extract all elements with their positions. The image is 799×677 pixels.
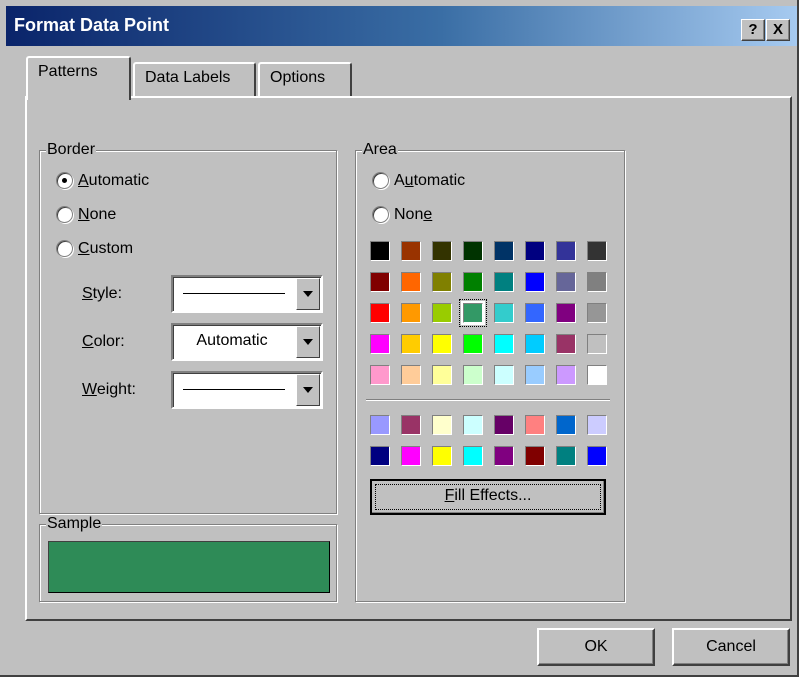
style-combo[interactable] [171, 275, 323, 313]
color-swatch[interactable] [370, 446, 390, 466]
color-swatch[interactable] [463, 415, 483, 435]
close-button[interactable]: X [766, 19, 790, 41]
style-label: Style: [82, 285, 123, 302]
color-swatch[interactable] [494, 446, 514, 466]
format-data-point-dialog: Format Data Point ? X Patterns Data Labe… [0, 0, 799, 677]
color-swatch[interactable] [525, 334, 545, 354]
color-swatch[interactable] [432, 303, 452, 323]
border-legend: Border [46, 141, 97, 159]
tab-data-labels[interactable]: Data Labels [133, 62, 256, 98]
color-swatch[interactable] [401, 272, 421, 292]
color-swatch[interactable] [587, 334, 607, 354]
tab-options[interactable]: Options [258, 62, 352, 98]
color-swatch[interactable] [556, 334, 576, 354]
color-swatch[interactable] [525, 415, 545, 435]
fill-effects-button[interactable]: Fill Effects... [370, 479, 606, 515]
color-swatch[interactable] [459, 299, 487, 327]
color-swatch[interactable] [432, 334, 452, 354]
color-swatch[interactable] [525, 365, 545, 385]
color-swatch[interactable] [401, 365, 421, 385]
cancel-button[interactable]: Cancel [672, 628, 790, 666]
color-combo-value: Automatic [196, 332, 268, 349]
color-swatch[interactable] [556, 303, 576, 323]
color-swatch[interactable] [401, 446, 421, 466]
color-swatch[interactable] [494, 272, 514, 292]
title-bar[interactable]: Format Data Point ? X [6, 6, 797, 46]
color-swatch[interactable] [401, 415, 421, 435]
color-swatch[interactable] [525, 303, 545, 323]
color-swatch[interactable] [432, 241, 452, 261]
color-swatch[interactable] [525, 272, 545, 292]
chevron-down-icon[interactable] [296, 374, 320, 406]
sample-legend: Sample [46, 515, 103, 533]
color-swatch[interactable] [494, 334, 514, 354]
color-swatch[interactable] [401, 241, 421, 261]
palette-separator [366, 399, 610, 401]
radio-indicator [56, 240, 73, 257]
line-style-preview [183, 293, 285, 294]
color-swatch[interactable] [494, 303, 514, 323]
color-swatch[interactable] [370, 272, 390, 292]
sample-preview [48, 541, 330, 593]
color-swatch[interactable] [463, 446, 483, 466]
color-swatch[interactable] [370, 415, 390, 435]
radio-indicator [56, 206, 73, 223]
radio-indicator [56, 172, 73, 189]
color-swatch[interactable] [370, 241, 390, 261]
line-weight-preview [183, 389, 285, 390]
color-swatch[interactable] [587, 446, 607, 466]
color-swatch[interactable] [587, 365, 607, 385]
border-group: Border Automatic None Custom Style: Colo… [39, 141, 337, 514]
color-swatch[interactable] [432, 365, 452, 385]
color-swatch[interactable] [463, 272, 483, 292]
color-swatch[interactable] [401, 334, 421, 354]
color-swatch[interactable] [587, 303, 607, 323]
help-button[interactable]: ? [741, 19, 765, 41]
weight-label: Weight: [82, 381, 136, 398]
color-swatch[interactable] [556, 272, 576, 292]
tab-label: Options [270, 69, 326, 86]
color-swatch[interactable] [587, 415, 607, 435]
color-swatch[interactable] [494, 365, 514, 385]
color-swatch[interactable] [432, 415, 452, 435]
weight-combo[interactable] [171, 371, 323, 409]
color-combo[interactable]: Automatic [171, 323, 323, 361]
color-swatch[interactable] [556, 241, 576, 261]
color-swatch[interactable] [587, 241, 607, 261]
tab-label: Patterns [38, 63, 98, 80]
color-swatch[interactable] [587, 272, 607, 292]
color-swatch[interactable] [556, 365, 576, 385]
color-swatch[interactable] [556, 415, 576, 435]
color-swatch[interactable] [463, 334, 483, 354]
color-swatch[interactable] [556, 446, 576, 466]
ok-button[interactable]: OK [537, 628, 655, 666]
color-swatch[interactable] [370, 365, 390, 385]
radio-indicator [372, 206, 389, 223]
chevron-down-icon[interactable] [296, 278, 320, 310]
color-swatch[interactable] [432, 446, 452, 466]
window-title: Format Data Point [14, 15, 170, 35]
radio-indicator [372, 172, 389, 189]
color-swatch[interactable] [494, 415, 514, 435]
patterns-panel: Border Automatic None Custom Style: Colo… [25, 96, 792, 621]
chevron-down-icon[interactable] [296, 326, 320, 358]
color-swatch[interactable] [432, 272, 452, 292]
tab-label: Data Labels [145, 69, 231, 86]
area-legend: Area [362, 141, 398, 159]
color-label: Color: [82, 333, 125, 350]
color-swatch[interactable] [463, 365, 483, 385]
area-group: Area Automatic None Fill Effects... [355, 141, 625, 602]
color-swatch[interactable] [370, 334, 390, 354]
color-swatch[interactable] [463, 241, 483, 261]
color-swatch[interactable] [401, 303, 421, 323]
color-swatch[interactable] [370, 303, 390, 323]
color-swatch[interactable] [525, 446, 545, 466]
color-swatch[interactable] [525, 241, 545, 261]
sample-group: Sample [39, 515, 337, 602]
color-swatch[interactable] [494, 241, 514, 261]
tab-patterns[interactable]: Patterns [26, 56, 131, 100]
